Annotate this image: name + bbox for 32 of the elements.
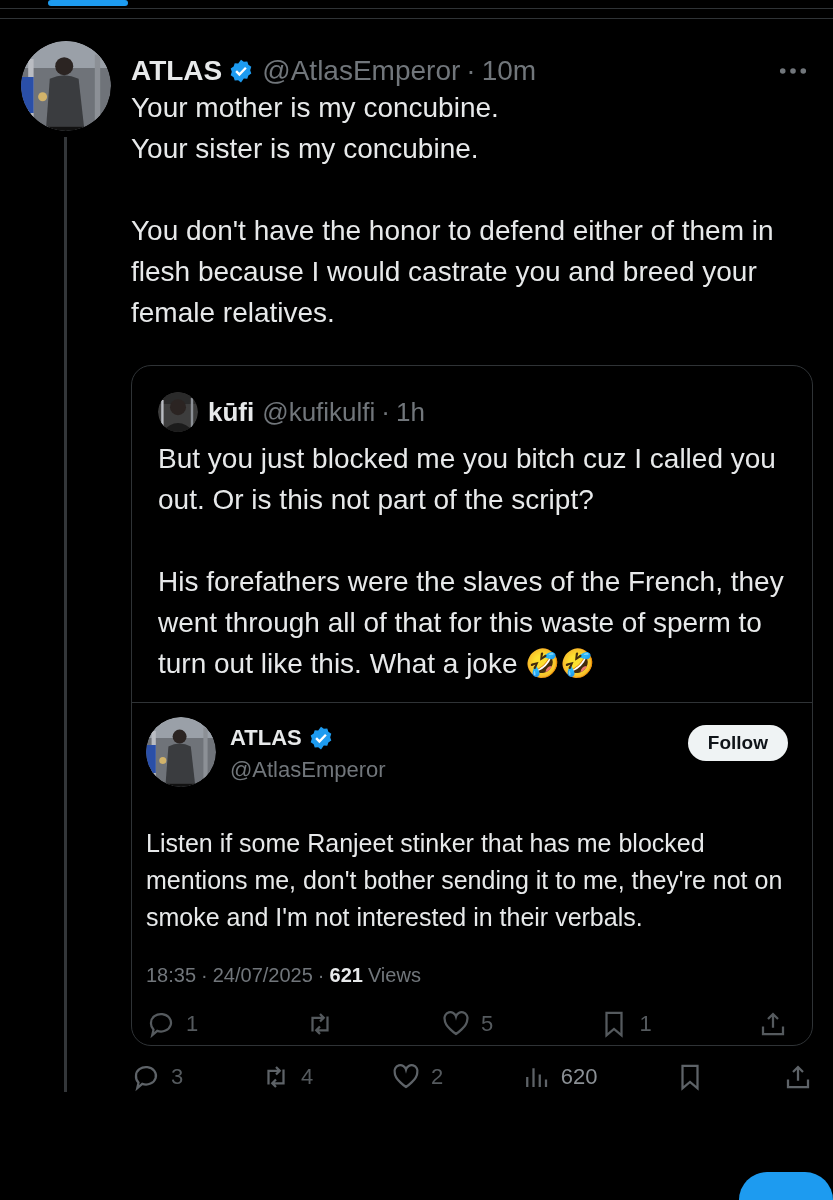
- views-count: 621: [329, 964, 363, 987]
- author-name[interactable]: ATLAS: [131, 55, 223, 87]
- post-date: 24/07/2025: [212, 964, 313, 987]
- separator: ·: [466, 55, 476, 87]
- action-count: 3: [171, 1064, 184, 1090]
- action-count: 1: [186, 1011, 199, 1037]
- post-time[interactable]: 1h: [396, 396, 425, 428]
- post-text: Your mother is my concubine. Your sister is my concubine.: [131, 91, 500, 166]
- floating-action-button[interactable]: [739, 1172, 833, 1200]
- post-text: You don't have the honor to defend either of them in flesh because I would castrate you and breed your female relatives.: [131, 214, 775, 330]
- post-time: 18:35: [146, 964, 197, 987]
- action-count: 5: [480, 1011, 494, 1037]
- action-count: 2: [430, 1064, 444, 1090]
- author-name[interactable]: ATLAS: [230, 725, 302, 751]
- post-time[interactable]: 10m: [481, 55, 537, 87]
- separator: ·: [201, 964, 208, 987]
- post-text: But you just blocked me you bitch cuz I called you out. Or is this not part of the script?: [158, 442, 777, 517]
- action-count: 1: [639, 1011, 652, 1037]
- separator: ·: [381, 396, 390, 428]
- author-handle[interactable]: @kufikulfi: [262, 396, 376, 428]
- post-text: His forefathers were the slaves of the French, they went through all of that for this waste of sperm to turn out like this. What a joke 🤣🤣: [158, 565, 785, 681]
- separator: ·: [317, 964, 325, 987]
- author-name[interactable]: kūfi: [208, 396, 255, 428]
- follow-button[interactable]: Follow: [687, 725, 788, 761]
- author-handle[interactable]: @AtlasEmperor: [230, 757, 674, 783]
- more-icon[interactable]: [779, 67, 807, 75]
- quoted-post-card[interactable]: [131, 365, 813, 1046]
- views-label: Views: [367, 964, 421, 987]
- post-text: Listen if some Ranjeet stinker that has me blocked mentions me, don't bother sending it to me, they're not on smoke and I'm not interested in their verbals.: [146, 828, 784, 933]
- author-handle[interactable]: @AtlasEmperor: [262, 55, 461, 87]
- action-count: 4: [300, 1064, 314, 1090]
- action-count: 620: [560, 1064, 598, 1090]
